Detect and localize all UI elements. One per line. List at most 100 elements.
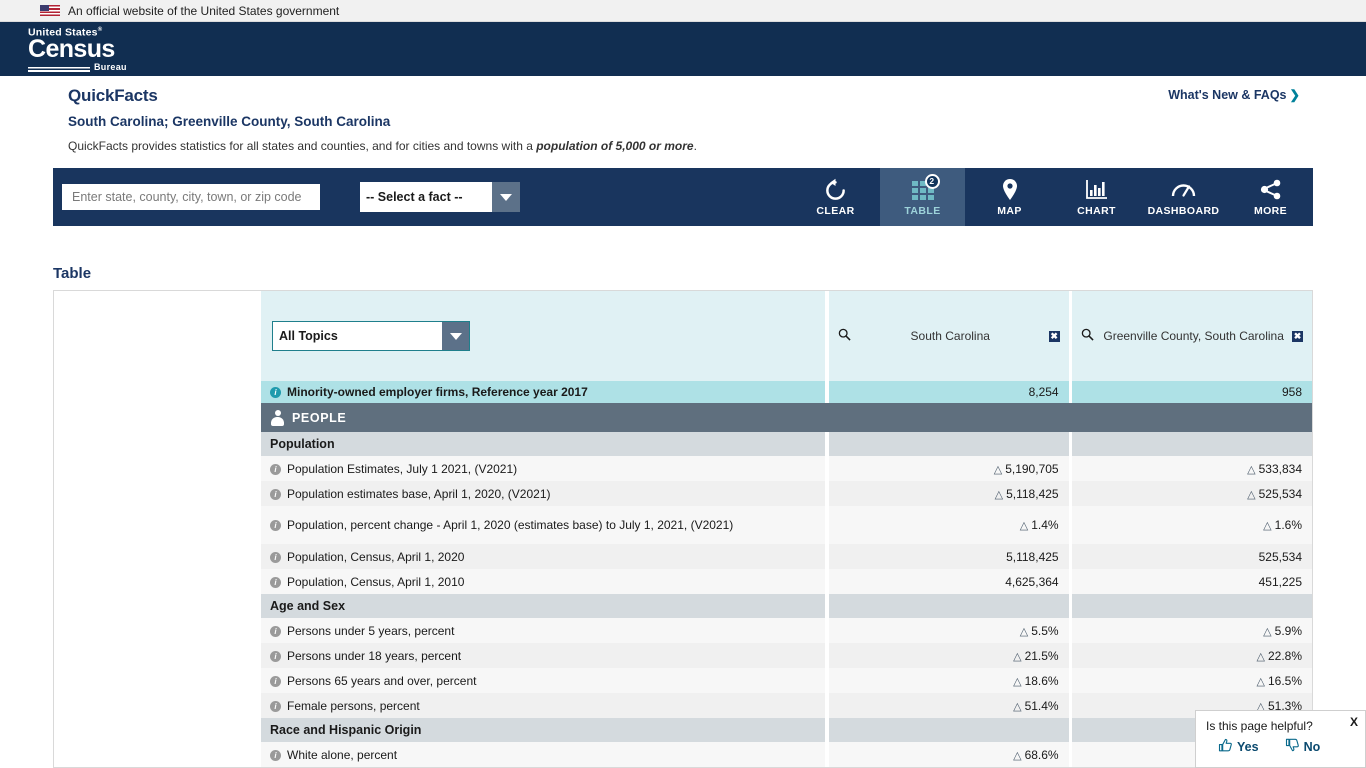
row-value: 5,118,425 — [828, 544, 1069, 569]
warning-icon: △ — [994, 488, 1004, 501]
subsection-age-and-sex: Age and Sex — [261, 594, 1312, 618]
table-section-heading: Table — [53, 265, 92, 282]
warning-icon: △ — [1013, 700, 1022, 713]
row-value: 525,534 — [1072, 544, 1312, 569]
description-prefix: QuickFacts provides statistics for all s… — [68, 139, 537, 153]
row-value: 1.6% — [1274, 518, 1302, 532]
info-icon[interactable]: i — [270, 488, 281, 500]
column-header-south-carolina: South Carolina ✖ — [828, 291, 1069, 381]
info-icon[interactable]: i — [270, 749, 281, 761]
info-icon[interactable]: i — [270, 675, 281, 687]
whats-new-label: What's New & FAQs — [1168, 88, 1287, 102]
logo-line-census: Census — [28, 34, 115, 63]
warning-icon: △ — [1256, 675, 1265, 688]
warning-icon: △ — [1263, 520, 1272, 532]
warning-icon: △ — [993, 463, 1003, 476]
dashboard-button[interactable]: DASHBOARD — [1139, 168, 1226, 226]
info-icon[interactable]: i — [270, 576, 281, 588]
more-button[interactable]: MORE — [1226, 168, 1313, 226]
map-label: MAP — [997, 204, 1022, 217]
table-row: i Persons under 5 years, percent △ 5.5% △ 5… — [261, 618, 1312, 643]
clear-button[interactable]: CLEAR — [791, 168, 878, 226]
row-value: 5.5% — [1031, 623, 1059, 638]
info-icon[interactable]: i — [270, 625, 281, 637]
thumbs-down-icon — [1285, 738, 1300, 756]
table-row: iWhite alone, percent △68.6% △76.1% — [261, 742, 1312, 767]
row-value: 5.9% — [1274, 623, 1302, 638]
info-icon[interactable]: i — [270, 519, 281, 531]
close-icon[interactable]: ✖ — [1048, 330, 1060, 342]
whats-new-faqs-link[interactable]: What's New & FAQs ❯ — [1168, 87, 1300, 102]
site-masthead: United States® Census Bureau — [0, 22, 1366, 76]
search-input[interactable] — [62, 184, 320, 210]
geography-name: South Carolina — [910, 328, 990, 343]
row-label: Persons under 18 years, percent — [287, 648, 462, 663]
info-icon[interactable]: i — [270, 700, 281, 712]
quickfacts-table: All Topics South Carolina ✖ Greenville C… — [261, 291, 1312, 767]
share-icon — [1260, 178, 1282, 202]
all-topics-label: All Topics — [279, 329, 338, 343]
table-row-highlighted: i Minority-owned employer firms, Referen… — [261, 381, 1312, 403]
row-value: 5,118,425 — [1006, 486, 1059, 501]
magnifier-icon[interactable] — [838, 328, 852, 344]
page-subtitle: South Carolina; Greenville County, South… — [68, 114, 391, 129]
section-header-people: PEOPLE — [261, 403, 1312, 432]
logo-line-bureau: Bureau — [94, 61, 127, 72]
warning-icon: △ — [1247, 463, 1256, 476]
row-label: Population Estimates, July 1 2021, (V202… — [287, 461, 518, 476]
chart-button[interactable]: CHART — [1052, 168, 1139, 226]
row-value: 51.4% — [1024, 698, 1059, 713]
table-header-row: All Topics South Carolina ✖ Greenville C… — [261, 291, 1312, 381]
row-label: Female persons, percent — [287, 698, 420, 713]
feedback-no-label: No — [1303, 740, 1321, 754]
table-button[interactable]: 2 TABLE — [878, 168, 965, 226]
row-value: 1.4% — [1031, 518, 1059, 532]
topic-filter-cell: All Topics — [261, 291, 826, 381]
page-description: QuickFacts provides statistics for all s… — [68, 139, 1366, 153]
clear-label: CLEAR — [816, 204, 855, 217]
dashboard-label: DASHBOARD — [1147, 204, 1220, 217]
row-value: 5,190,705 — [1005, 461, 1059, 476]
geography-name: Greenville County, South Carolina — [1103, 328, 1284, 343]
row-label: Minority-owned employer firms, Reference… — [287, 385, 588, 399]
more-label: MORE — [1253, 204, 1288, 217]
row-value: 525,534 — [1258, 486, 1302, 501]
toolbar-buttons: CLEAR 2 TABLE MAP CHART DASHBOARD MORE — [791, 168, 1313, 226]
row-label-cell: i Minority-owned employer firms, Referen… — [261, 381, 826, 403]
feedback-widget: X Is this page helpful? Yes No — [1195, 710, 1366, 768]
info-icon[interactable]: i — [270, 551, 281, 563]
thumbs-up-icon — [1218, 738, 1233, 756]
table-row: i Population Estimates, July 1 2021, (V20… — [261, 456, 1312, 481]
description-emphasis: population of 5,000 or more — [536, 139, 694, 153]
map-button[interactable]: MAP — [965, 168, 1052, 226]
magnifier-icon[interactable] — [1081, 328, 1095, 344]
info-icon[interactable]: i — [270, 650, 281, 662]
row-value: 21.5% — [1024, 648, 1059, 663]
select-fact-dropdown[interactable]: -- Select a fact -- — [360, 182, 520, 212]
all-topics-dropdown[interactable]: All Topics — [272, 321, 470, 351]
row-label: White alone, percent — [287, 747, 398, 762]
row-label: Population, Census, April 1, 2020 — [287, 549, 465, 564]
feedback-yes-button[interactable]: Yes — [1218, 738, 1259, 756]
row-value: 16.5% — [1267, 673, 1302, 688]
select-fact-label: -- Select a fact -- — [366, 190, 463, 204]
person-icon — [271, 409, 284, 426]
subsection-label: Population — [261, 432, 826, 456]
close-icon[interactable]: ✖ — [1292, 330, 1303, 342]
subsection-population: Population — [261, 432, 1312, 456]
search-toolbar: -- Select a fact -- CLEAR 2 TABLE — [53, 168, 1313, 226]
info-icon[interactable]: i — [270, 463, 281, 475]
table-row: i Female persons, percent △ 51.4% △ 51.3% — [261, 693, 1312, 718]
subsection-label: Race and Hispanic Origin — [261, 718, 826, 742]
row-label: Persons 65 years and over, percent — [287, 673, 477, 688]
table-container: All Topics South Carolina ✖ Greenville C… — [53, 290, 1313, 768]
census-bureau-logo[interactable]: United States® Census Bureau — [28, 27, 127, 72]
close-icon[interactable]: X — [1350, 715, 1358, 729]
warning-icon: △ — [1013, 749, 1022, 762]
info-icon[interactable]: i — [270, 387, 281, 398]
row-value: 22.8% — [1267, 648, 1302, 663]
feedback-no-button[interactable]: No — [1285, 738, 1321, 756]
section-label: PEOPLE — [292, 410, 347, 425]
row-label: Population, percent change - April 1, 20… — [287, 517, 734, 532]
feedback-question: Is this page helpful? — [1206, 719, 1313, 733]
